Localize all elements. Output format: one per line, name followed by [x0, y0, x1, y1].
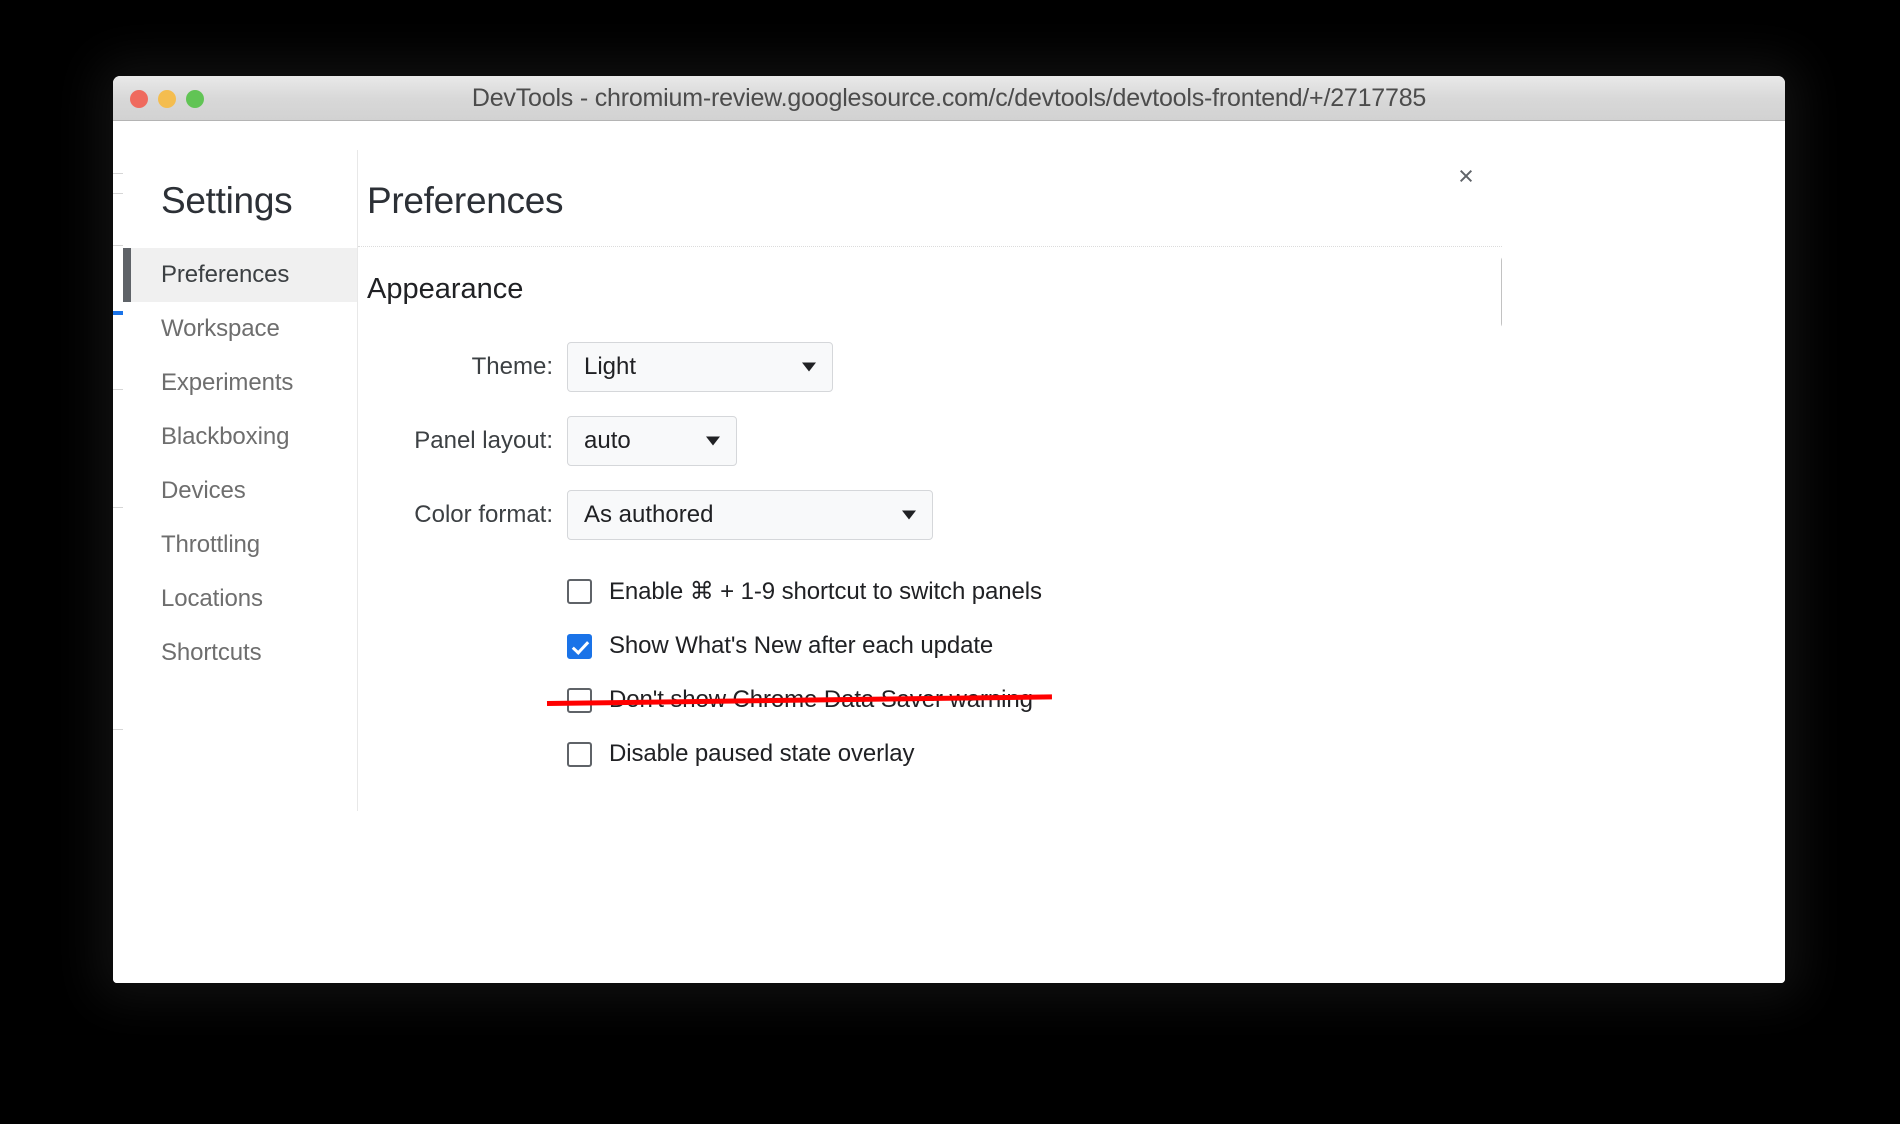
scrollbar-thumb[interactable] [1501, 256, 1502, 328]
checkbox-enable-shortcut[interactable] [567, 579, 592, 604]
sidebar-item-locations[interactable]: Locations [123, 572, 357, 626]
sidebar-item-shortcuts[interactable]: Shortcuts [123, 626, 357, 680]
sidebar-item-workspace[interactable]: Workspace [123, 302, 357, 356]
sidebar-item-label: Shortcuts [161, 639, 262, 666]
settings-title: Settings [161, 180, 293, 221]
sidebar-item-devices[interactable]: Devices [123, 464, 357, 518]
sidebar-item-blackboxing[interactable]: Blackboxing [123, 410, 357, 464]
checkbox-label: Disable paused state overlay [609, 740, 915, 767]
panel-layout-select[interactable]: auto [567, 416, 737, 466]
checkbox-hide-data-saver-warning[interactable] [567, 687, 592, 713]
sidebar-item-label: Devices [161, 477, 246, 504]
sidebar-item-label: Blackboxing [161, 423, 290, 450]
devtools-page-body: × Settings Preferences Workspace Experim… [113, 121, 1785, 983]
devtools-window: DevTools - chromium-review.googlesource.… [113, 76, 1785, 983]
sidebar-item-label: Experiments [161, 369, 294, 396]
color-format-select[interactable]: As authored [567, 490, 933, 540]
preferences-scroll-area: Appearance Theme: Light Panel layout: au… [358, 246, 1502, 811]
sidebar-item-experiments[interactable]: Experiments [123, 356, 357, 410]
settings-dialog: × Settings Preferences Workspace Experim… [123, 150, 1502, 811]
checkbox-row-whats-new[interactable]: Show What's New after each update [567, 619, 993, 673]
panel-layout-select-value: auto [584, 427, 631, 454]
color-format-row: Color format: As authored [367, 490, 1502, 540]
window-titlebar: DevTools - chromium-review.googlesource.… [113, 76, 1785, 121]
checkbox-label: Don't show Chrome Data Saver warning [609, 686, 1033, 713]
chevron-down-icon [802, 362, 816, 372]
preferences-scrollbar[interactable] [1499, 248, 1502, 811]
panel-layout-row: Panel layout: auto [367, 416, 1502, 466]
color-format-label: Color format: [414, 501, 553, 528]
section-heading-appearance: Appearance [367, 273, 524, 305]
checkbox-row-paused-overlay[interactable]: Disable paused state overlay [567, 727, 914, 781]
checkbox-row-data-saver[interactable]: Don't show Chrome Data Saver warning [546, 673, 1052, 727]
settings-sidebar: Settings Preferences Workspace Experimen… [123, 150, 358, 811]
checkbox-show-whats-new[interactable] [567, 633, 592, 659]
checkbox-row-shortcut[interactable]: Enable ⌘ + 1-9 shortcut to switch panels [567, 564, 1042, 619]
settings-layout: Settings Preferences Workspace Experimen… [123, 150, 1502, 811]
sidebar-item-label: Locations [161, 585, 263, 612]
checkbox-label: Show What's New after each update [609, 632, 994, 659]
window-title: DevTools - chromium-review.googlesource.… [471, 84, 1427, 112]
settings-content: Preferences Appearance Theme: Light Pane… [358, 150, 1502, 811]
sidebar-item-label: Preferences [161, 261, 290, 288]
page-title: Preferences [367, 180, 564, 221]
chevron-down-icon [706, 436, 720, 446]
screen: DevTools - chromium-review.googlesource.… [0, 0, 1900, 1124]
checkbox-disable-paused-overlay[interactable] [567, 741, 592, 767]
checkbox-label: Enable ⌘ + 1-9 shortcut to switch panels [609, 578, 1042, 605]
sidebar-item-label: Workspace [161, 315, 280, 342]
theme-label: Theme: [471, 353, 553, 380]
sidebar-item-preferences[interactable]: Preferences [123, 248, 357, 302]
color-format-select-value: As authored [584, 501, 714, 528]
sidebar-item-throttling[interactable]: Throttling [123, 518, 357, 572]
panel-layout-label: Panel layout: [414, 427, 553, 454]
sidebar-item-label: Throttling [161, 531, 261, 558]
theme-select[interactable]: Light [567, 342, 833, 392]
theme-select-value: Light [584, 353, 637, 380]
theme-row: Theme: Light [367, 342, 1502, 392]
chevron-down-icon [902, 510, 916, 520]
